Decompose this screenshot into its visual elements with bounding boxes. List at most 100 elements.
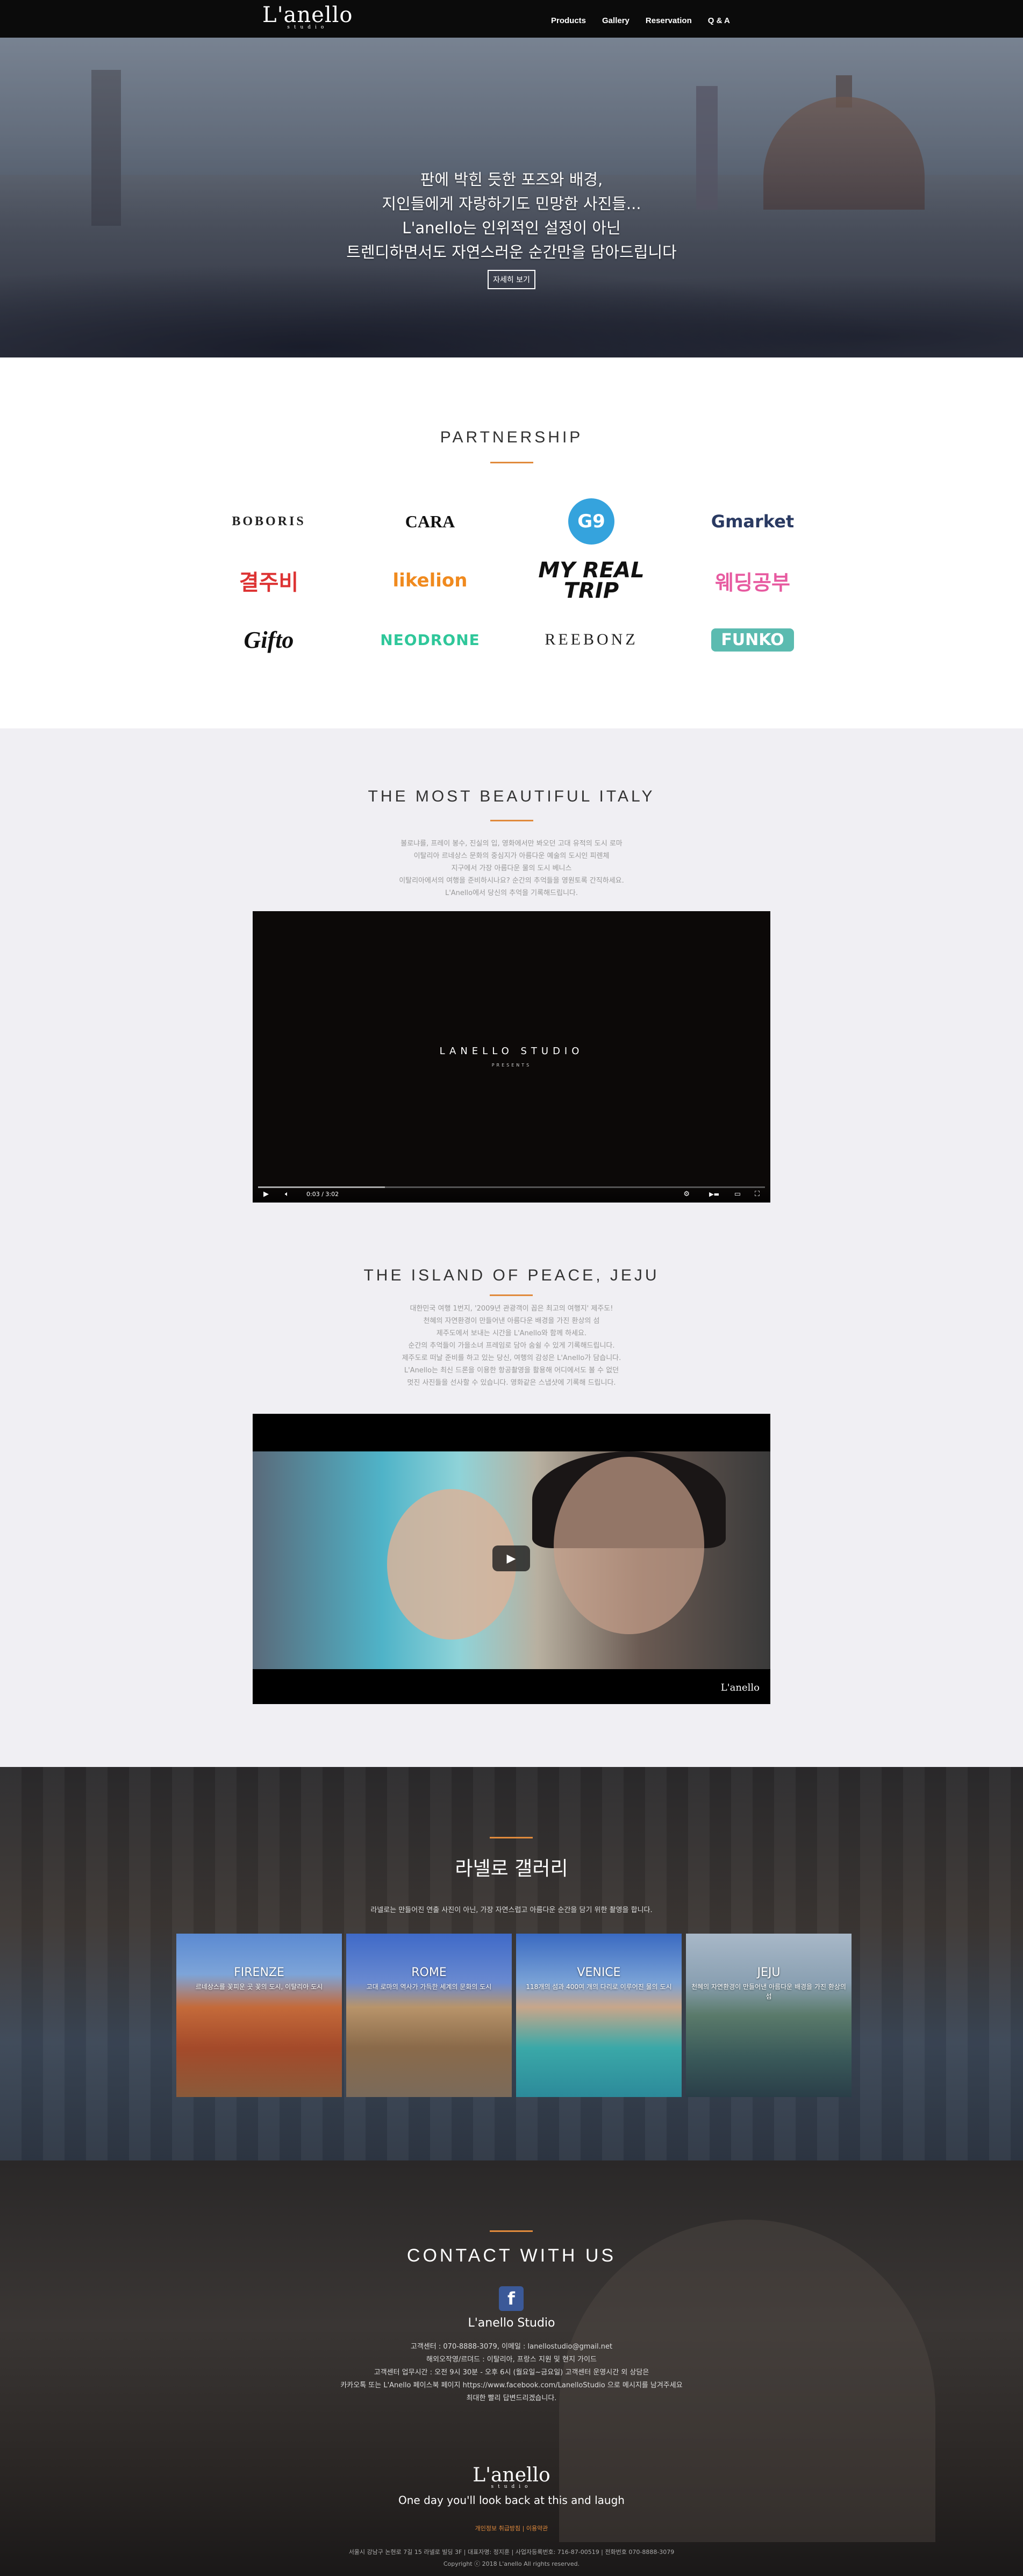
footer-links[interactable]: 개인정보 취급방침 | 이용약관 [0, 2524, 1023, 2532]
contact-info-line: 해외오작영/르뎌드 : 이탈리아, 프랑스 지원 및 현지 가이드 [426, 2356, 597, 2364]
hero-more-button[interactable]: 자세히 보기 [488, 270, 535, 289]
nav-products[interactable]: Products [551, 16, 586, 25]
main-menu: Products Gallery Reservation Q & A [551, 16, 730, 25]
hero-text: 판에 박힌 듯한 포즈와 배경, 지인들에게 자랑하기도 민망한 사진들... … [0, 168, 1023, 289]
video-controls: ▶ 🔈︎ 0:03 / 3:02 ⚙ ▶▬ ▭ ⛶ [253, 1184, 770, 1203]
jeju-video-player[interactable]: ▶ L'anello [253, 1414, 770, 1704]
jeju-desc-line: 천혜의 자연환경이 만들어낸 아름다운 배경을 가진 환상의 섬 [423, 1317, 600, 1325]
gallery-description: 라넬로는 만들어진 연출 사진이 아닌, 가장 자연스럽고 아름다운 순간을 담… [370, 1906, 653, 1914]
italy-desc-line: 이탈리아 르네상스 문화의 중심지가 아름다운 예술의 도시인 피렌체 [413, 852, 610, 860]
video-watermark: L'anello [720, 1682, 760, 1693]
gallery-section: 라넬로 갤러리 라넬로는 만들어진 연출 사진이 아닌, 가장 자연스럽고 아름… [0, 1767, 1023, 2160]
partnership-title: PARTNERSHIP [440, 428, 583, 446]
italy-description: 볼로냐를, 프레이 봉수, 진실의 입, 영화에서만 봐오던 고대 유적의 도시… [0, 838, 1023, 899]
partnership-section: PARTNERSHIP BOBORIS CARA G9 Gmarket 결주비 … [0, 357, 1023, 728]
video-time: 0:03 / 3:02 [306, 1191, 339, 1198]
gallery-cards: FIRENZE 르네상스를 꽃피운 곳 꽃의 도시, 이탈리아 도시 ROME … [176, 1934, 852, 2097]
gallery-card-venice[interactable]: VENICE 118개의 섬과 400여 개의 다리로 이루어진 물의 도시 [516, 1934, 682, 2097]
footer-copyright: Copyright ⓒ 2018 L'anello All rights res… [443, 2560, 580, 2567]
partner-logo-kyuljubi: 결주비 [239, 570, 299, 595]
title-underline [490, 462, 533, 463]
partner-logo-funko: FUNKO [672, 610, 833, 669]
card-title: FIRENZE [234, 1966, 284, 1979]
contact-info-line: 고객센터 업무시간 : 오전 9시 30분 - 오후 6시 (월요일~금요일) … [374, 2369, 649, 2377]
jeju-desc-line: 순간의 추억들이 가을소녀 프레임로 담아 숨쉴 수 있게 기록해드립니다. [408, 1342, 615, 1350]
card-subtitle: 르네상스를 꽃피운 곳 꽃의 도시, 이탈리아 도시 [195, 1983, 323, 1991]
italy-title: THE MOST BEAUTIFUL ITALY [368, 788, 655, 805]
title-underline [490, 1294, 533, 1296]
card-title: VENICE [577, 1966, 621, 1979]
partner-logo-gifto: Gifto [244, 626, 294, 653]
video-progress-fill [258, 1186, 385, 1188]
contact-section: CONTACT WITH US f L'anello Studio 고객센터 :… [0, 2160, 1023, 2576]
jeju-description: 대한민국 여행 1번지, '2009년 관광객이 꼽은 최고의 여행지' 제주도… [0, 1303, 1023, 1389]
partner-logo-reebonz: REEBONZ [545, 631, 638, 648]
partner-logo-neodrone: NEODRONE [380, 631, 480, 649]
title-underline [490, 2230, 533, 2232]
partner-logo-gmarket: Gmarket [711, 511, 795, 532]
fullscreen-icon[interactable]: ⛶ [755, 1190, 760, 1198]
footer-logo[interactable]: L'anello studio [0, 2464, 1023, 2489]
brand-logo[interactable]: L'anello studio [262, 3, 353, 30]
partner-logo-g9: G9 [511, 492, 672, 551]
footer-logo-sub: studio [491, 2484, 532, 2489]
partner-logo-boboris: BOBORIS [232, 514, 306, 528]
funko-label: FUNKO [711, 628, 794, 652]
italy-desc-line: 볼로냐를, 프레이 봉수, 진실의 입, 영화에서만 봐오던 고대 유적의 도시… [400, 840, 623, 848]
contact-title: CONTACT WITH US [406, 2245, 617, 2266]
video-subtitle: PRESENTS [491, 1063, 532, 1068]
card-title: ROME [411, 1966, 447, 1979]
video-progress-bar[interactable] [258, 1186, 765, 1188]
card-subtitle: 118개의 섬과 400여 개의 다리로 이루어진 물의 도시 [526, 1983, 672, 1991]
gallery-card-rome[interactable]: ROME 고대 로마의 역사가 가득한 세계의 문화의 도시 [346, 1934, 512, 2097]
settings-icon[interactable]: ⚙ [683, 1190, 690, 1198]
jeju-title: THE ISLAND OF PEACE, JEJU [363, 1266, 660, 1284]
contact-info-line: 최대한 빨리 답변드리겠습니다. [466, 2394, 557, 2402]
gallery-card-firenze[interactable]: FIRENZE 르네상스를 꽃피운 곳 꽃의 도시, 이탈리아 도시 [176, 1934, 342, 2097]
gallery-card-jeju[interactable]: JEJU 천혜의 자연환경이 만들어낸 아름다운 배경을 가진 환상의 섬 [686, 1934, 852, 2097]
hero-line-2: 지인들에게 자랑하기도 민망한 사진들... [382, 195, 641, 213]
title-underline [490, 1837, 533, 1838]
logo-text: L'anello [262, 3, 353, 27]
contact-info: 고객센터 : 070-8888-3079, 이메일 : lanellostudi… [0, 2341, 1023, 2405]
italy-desc-line: 이탈리아에서의 여행을 준비하시나요? 순간의 추억들을 영원토록 간직하세요. [399, 877, 624, 885]
hero-line-4: 트렌디하면서도 자연스러운 순간만을 담아드립니다 [346, 243, 677, 261]
video-title: LANELLO STUDIO [439, 1046, 584, 1057]
italy-desc-line: 지구에서 가장 아름다운 물의 도시 베니스 [451, 864, 572, 872]
jeju-desc-line: 제주도로 떠날 준비를 하고 있는 당신, 여행의 감성은 L'Anello가 … [402, 1354, 621, 1362]
contact-info-line: 카카오톡 또는 L'Anello 페이스북 페이지 https://www.fa… [340, 2381, 683, 2389]
video-section: THE MOST BEAUTIFUL ITALY 볼로냐를, 프레이 봉수, 진… [0, 728, 1023, 1767]
card-subtitle: 고대 로마의 역사가 가득한 세계의 문화의 도시 [366, 1983, 492, 1991]
nav-gallery[interactable]: Gallery [602, 16, 629, 25]
facebook-icon[interactable]: f [499, 2286, 524, 2311]
hero-line-1: 판에 박힌 듯한 포즈와 배경, [420, 170, 603, 189]
partner-logo-myrealtrip: MY REAL TRIP [538, 558, 645, 603]
partner-logo-wedding: 웨딩공부 [715, 570, 790, 595]
facebook-page-name[interactable]: L'anello Studio [0, 2316, 1023, 2330]
cast-icon[interactable]: ▭ [734, 1190, 741, 1198]
footer-address: 서울시 강남구 논현로 7길 15 라넬로 빌딩 3F | 대표자명: 정지훈 … [348, 2549, 675, 2556]
play-button-icon[interactable]: ▶ [492, 1545, 530, 1571]
jeju-desc-line: 멋진 사진들을 선사할 수 있습니다. 영화같은 스냅샷에 기록해 드립니다. [407, 1379, 616, 1387]
title-underline [490, 820, 533, 821]
youtube-icon[interactable]: ▶▬ [709, 1191, 719, 1198]
play-icon[interactable]: ▶ [263, 1190, 269, 1198]
italy-desc-line: L'Anello에서 당신의 추억을 기록해드립니다. [445, 889, 578, 897]
contact-info-line: 고객센터 : 070-8888-3079, 이메일 : lanellostudi… [410, 2343, 613, 2351]
volume-icon[interactable]: 🔈︎ [285, 1190, 289, 1198]
italy-video-player[interactable]: LANELLO STUDIO PRESENTS ▶ 🔈︎ 0:03 / 3:02… [253, 911, 770, 1203]
nav-qna[interactable]: Q & A [708, 16, 730, 25]
hero-banner: 판에 박힌 듯한 포즈와 배경, 지인들에게 자랑하기도 민망한 사진들... … [0, 38, 1023, 357]
nav-reservation[interactable]: Reservation [646, 16, 692, 25]
partner-logo-likelion: likelion [392, 570, 468, 591]
card-title: JEJU [757, 1966, 781, 1979]
gallery-title: 라넬로 갤러리 [455, 1858, 568, 1880]
partner-logo-grid: BOBORIS CARA G9 Gmarket 결주비 likelion MY … [188, 492, 833, 669]
hero-line-3: L'anello는 인위적인 설정이 아닌 [402, 219, 621, 237]
footer-slogan: One day you'll look back at this and lau… [398, 2494, 625, 2507]
footer-logo-text: L'anello [473, 2464, 550, 2486]
g9-label: G9 [568, 498, 614, 545]
jeju-desc-line: 대한민국 여행 1번지, '2009년 관광객이 꼽은 최고의 여행지' 제주도… [410, 1305, 613, 1313]
card-subtitle: 천혜의 자연환경이 만들어낸 아름다운 배경을 가진 환상의 섬 [691, 1983, 846, 2000]
thumbnail-face-woman [554, 1457, 704, 1634]
